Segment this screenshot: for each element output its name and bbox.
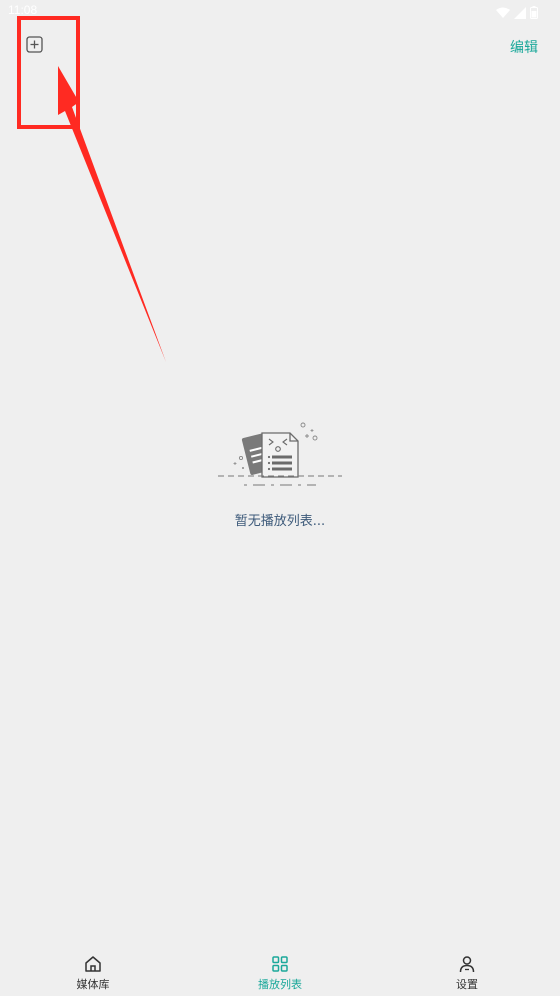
empty-playlist-illustration-icon — [214, 415, 348, 493]
edit-button[interactable]: 编辑 — [510, 37, 538, 57]
status-bar: 11:08 — [0, 0, 560, 22]
battery-icon — [530, 4, 538, 23]
grid-icon — [270, 954, 290, 974]
nav-label-settings: 设置 — [456, 978, 478, 991]
bottom-nav: 媒体库 播放列表 设置 — [0, 945, 560, 996]
screen: 11:08 编辑 暂无播放列表... 媒体库 播放列表 设置 — [0, 0, 560, 996]
nav-label-media-library: 媒体库 — [76, 978, 110, 991]
nav-item-playlist[interactable]: 播放列表 — [220, 945, 340, 996]
person-icon — [457, 954, 477, 974]
status-icons — [496, 4, 538, 23]
annotation-arrow — [58, 66, 166, 362]
nav-item-media-library[interactable]: 媒体库 — [33, 945, 153, 996]
nav-label-playlist: 播放列表 — [258, 978, 302, 991]
wifi-icon — [496, 4, 510, 23]
top-bar: 编辑 — [0, 22, 560, 70]
status-time: 11:08 — [8, 3, 38, 17]
annotation-highlight-box — [17, 16, 80, 129]
empty-state-message: 暂无播放列表... — [234, 514, 326, 529]
home-icon — [83, 954, 103, 974]
signal-icon — [514, 4, 526, 23]
nav-item-settings[interactable]: 设置 — [407, 945, 527, 996]
